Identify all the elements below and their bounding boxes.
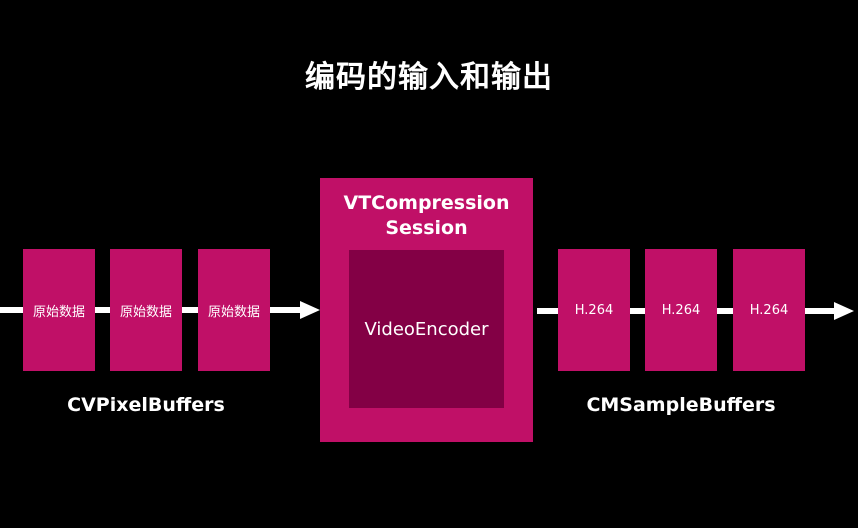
- raw-data-label: 原始数据: [119, 304, 172, 320]
- video-encoder-label: VideoEncoder: [364, 318, 489, 340]
- input-group-label: CVPixelBuffers: [67, 394, 225, 416]
- h264-block: H.264: [558, 249, 630, 371]
- h264-block: H.264: [645, 249, 717, 371]
- raw-data-label: 原始数据: [32, 304, 85, 320]
- input-arrow-head: [300, 301, 320, 319]
- session-title: VTCompression Session: [320, 191, 533, 241]
- output-arrow-head: [834, 302, 854, 320]
- h264-label: H.264: [749, 302, 789, 318]
- session-title-line1: VTCompression: [343, 192, 510, 214]
- session-title-line2: Session: [385, 217, 468, 239]
- raw-data-block: 原始数据: [110, 249, 182, 371]
- raw-data-block: 原始数据: [23, 249, 95, 371]
- output-group-label: CMSampleBuffers: [586, 394, 776, 416]
- compression-session-box: VTCompression Session VideoEncoder: [320, 178, 533, 442]
- raw-data-block: 原始数据: [198, 249, 270, 371]
- video-encoder-box: VideoEncoder: [349, 250, 504, 408]
- raw-data-label: 原始数据: [207, 304, 260, 320]
- diagram-title: 编码的输入和输出: [305, 60, 553, 95]
- h264-label: H.264: [661, 302, 701, 318]
- h264-block: H.264: [733, 249, 805, 371]
- h264-label: H.264: [574, 302, 614, 318]
